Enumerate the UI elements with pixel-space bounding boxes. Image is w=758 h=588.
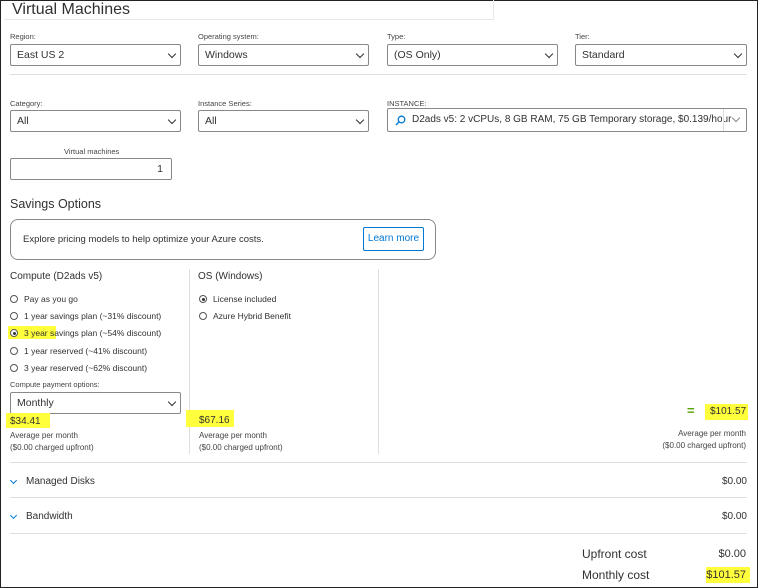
expander-value: $0.00 xyxy=(721,476,747,487)
divider xyxy=(10,497,747,498)
payment-value: Monthly xyxy=(17,397,54,409)
vms-input[interactable]: 1 xyxy=(10,158,172,180)
chevron-down-icon xyxy=(9,476,18,484)
expander-bandwidth[interactable]: Bandwidth $0.00 xyxy=(9,511,747,522)
radio-button[interactable] xyxy=(10,347,18,355)
series-select[interactable]: All xyxy=(198,110,369,132)
chevron-down-icon xyxy=(733,49,743,59)
category-label: Category: xyxy=(10,99,43,108)
os-value: Windows xyxy=(205,49,248,61)
upfront-cost-value: $0.00 xyxy=(718,548,746,560)
radio-button[interactable] xyxy=(10,312,18,320)
radio-button-selected[interactable] xyxy=(199,295,207,303)
radio-1yr-savings[interactable]: 1 year savings plan (~31% discount) xyxy=(10,311,161,321)
os-upfront: ($0.00 charged upfront) xyxy=(199,443,283,452)
region-value: East US 2 xyxy=(17,49,65,61)
expander-label: Managed Disks xyxy=(26,476,95,487)
upfront-cost-label: Upfront cost xyxy=(582,547,647,561)
expander-value: $0.00 xyxy=(721,511,747,522)
monthly-cost-value: $101.57 xyxy=(706,569,746,581)
series-value: All xyxy=(205,115,217,127)
region-label: Region: xyxy=(10,32,36,41)
category-select[interactable]: All xyxy=(10,110,181,132)
divider xyxy=(10,74,747,75)
info-text: Explore pricing models to help optimize … xyxy=(23,234,264,245)
type-select[interactable]: (OS Only) xyxy=(387,44,558,66)
learn-more-button[interactable]: Learn more xyxy=(363,227,424,251)
compute-upfront: ($0.00 charged upfront) xyxy=(10,443,94,452)
radio-button-selected[interactable] xyxy=(10,329,18,337)
radio-label: 1 year savings plan (~31% discount) xyxy=(24,311,162,321)
chevron-down-icon xyxy=(544,49,554,59)
type-value: (OS Only) xyxy=(394,49,441,61)
payment-select[interactable]: Monthly xyxy=(10,392,181,414)
chevron-down-icon xyxy=(355,115,365,125)
instance-value: D2ads v5: 2 vCPUs, 8 GB RAM, 75 GB Tempo… xyxy=(412,114,732,125)
region-select[interactable]: East US 2 xyxy=(10,44,181,66)
radio-hybrid-benefit[interactable]: Azure Hybrid Benefit xyxy=(199,311,291,321)
savings-heading: Savings Options xyxy=(10,197,102,211)
total-upfront: ($0.00 charged upfront) xyxy=(662,441,746,450)
radio-label: Pay as you go xyxy=(24,294,78,304)
radio-label: 3 year savings plan (~54% discount) xyxy=(24,328,162,338)
payment-label: Compute payment options: xyxy=(10,380,100,389)
monthly-cost-label: Monthly cost xyxy=(582,568,650,582)
os-avg: Average per month xyxy=(199,431,267,440)
radio-label: Azure Hybrid Benefit xyxy=(213,311,291,321)
tier-select[interactable]: Standard xyxy=(575,44,747,66)
radio-1yr-reserved[interactable]: 1 year reserved (~41% discount) xyxy=(10,346,147,356)
compute-price: $34.41 xyxy=(10,416,41,427)
os-label: Operating system: xyxy=(198,32,259,41)
radio-3yr-savings[interactable]: 3 year savings plan (~54% discount) xyxy=(10,328,161,338)
os-price: $67.16 xyxy=(199,415,230,426)
radio-pay-as-you-go[interactable]: Pay as you go xyxy=(10,294,78,304)
column-divider xyxy=(378,269,379,454)
os-heading: OS (Windows) xyxy=(198,271,263,282)
radio-label: License included xyxy=(213,294,277,304)
equals-sign: = xyxy=(687,403,695,418)
radio-button[interactable] xyxy=(10,364,18,372)
expander-label: Bandwidth xyxy=(26,511,73,522)
search-icon xyxy=(395,115,406,126)
window-frame xyxy=(0,0,758,588)
total-avg: Average per month xyxy=(678,429,746,438)
divider xyxy=(10,533,747,534)
vms-value: 1 xyxy=(157,163,163,175)
combobox-divider xyxy=(723,109,724,131)
radio-button[interactable] xyxy=(199,312,207,320)
chevron-down-icon xyxy=(167,115,177,125)
compute-avg: Average per month xyxy=(10,431,78,440)
chevron-down-icon xyxy=(731,113,741,123)
vms-label: Virtual machines xyxy=(64,147,120,156)
chevron-down-icon xyxy=(9,511,18,519)
category-value: All xyxy=(17,115,29,127)
instance-combobox[interactable]: D2ads v5: 2 vCPUs, 8 GB RAM, 75 GB Tempo… xyxy=(387,108,747,132)
info-box: Explore pricing models to help optimize … xyxy=(10,219,436,260)
divider xyxy=(10,462,747,463)
total-price: $101.57 xyxy=(710,406,747,417)
chevron-down-icon xyxy=(355,49,365,59)
compute-heading: Compute (D2ads v5) xyxy=(10,271,103,282)
chevron-down-icon xyxy=(167,49,177,59)
radio-button[interactable] xyxy=(10,295,18,303)
radio-3yr-reserved[interactable]: 3 year reserved (~62% discount) xyxy=(10,363,147,373)
type-label: Type: xyxy=(387,32,406,41)
tier-value: Standard xyxy=(582,49,625,61)
radio-label: 3 year reserved (~62% discount) xyxy=(24,363,148,373)
expander-managed-disks[interactable]: Managed Disks $0.00 xyxy=(9,476,747,487)
os-select[interactable]: Windows xyxy=(198,44,369,66)
tier-label: Tier: xyxy=(575,32,590,41)
chevron-down-icon xyxy=(167,397,177,407)
radio-license-included[interactable]: License included xyxy=(199,294,276,304)
instance-label: INSTANCE: xyxy=(387,99,427,108)
series-label: Instance Series: xyxy=(198,99,252,108)
page-title: Virtual Machines xyxy=(12,1,130,18)
radio-label: 1 year reserved (~41% discount) xyxy=(24,346,148,356)
